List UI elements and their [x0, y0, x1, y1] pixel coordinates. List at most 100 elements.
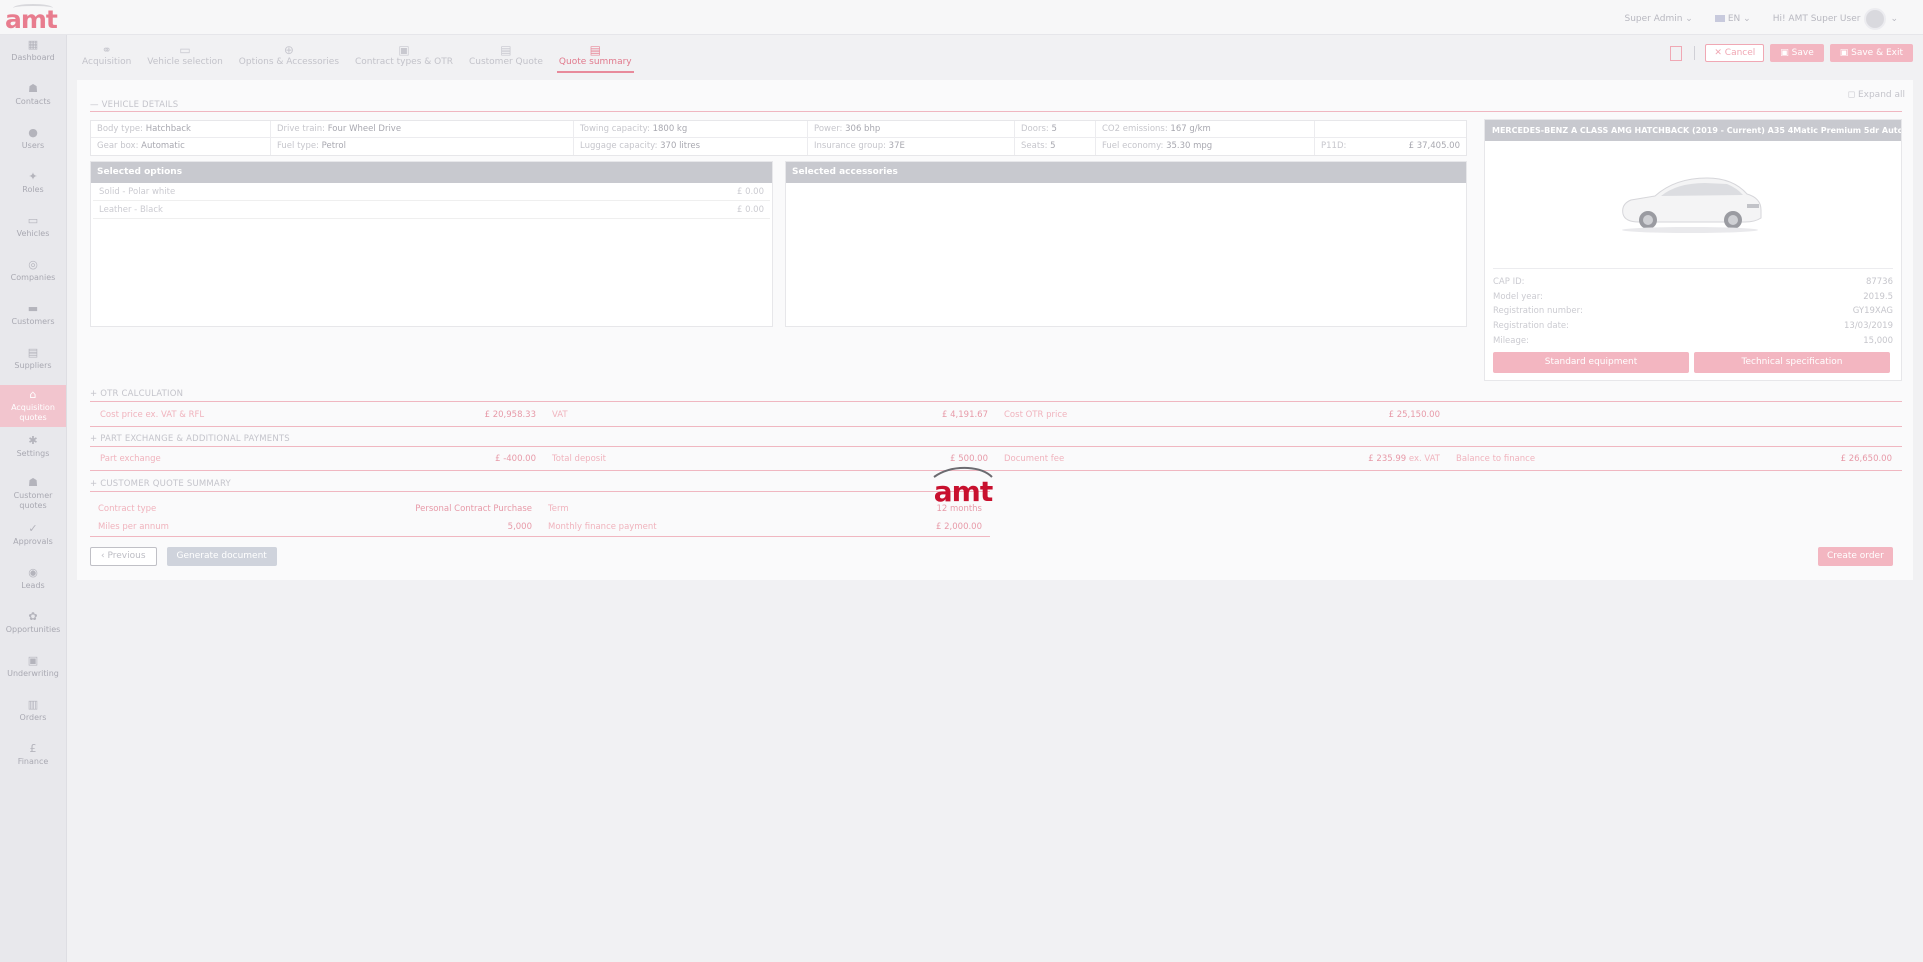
vehicle-info: CAP ID: 87736 Model year: 2019.5 Registrat… [1493, 275, 1893, 348]
standard-equipment-button[interactable]: Standard equipment [1493, 352, 1689, 373]
orders-icon: ▥ [27, 698, 39, 711]
panel-title: Selected accessories [786, 162, 1466, 183]
sidebar-item-customers[interactable]: ▬ Customers [0, 299, 66, 339]
finance-icon: £ [29, 742, 37, 755]
document-icon[interactable] [1670, 45, 1683, 61]
step-label: Options & Accessories [238, 57, 340, 67]
step-options-accessories[interactable]: ⊕ Options & Accessories [237, 43, 341, 73]
suppliers-icon: ▤ [27, 346, 39, 359]
sidebar-item-roles[interactable]: ✦ Roles [0, 167, 66, 207]
language-selector[interactable]: EN ⌄ [1714, 14, 1751, 24]
info-row: Registration number: GY19XAG [1493, 306, 1893, 317]
list-item: Leather - Black £ 0.00 [93, 201, 770, 219]
otr-row: Cost price ex. VAT & RFL £ 20,958.33 VAT £… [92, 410, 1448, 420]
contract-type-cell: Contract type Personal Contract Purchase [98, 504, 532, 514]
save-icon: ▣ [1839, 48, 1852, 58]
sidebar-item-settings[interactable]: ✱ Settings [0, 431, 66, 471]
logo-text: amt [933, 475, 993, 508]
step-label: Quote summary [558, 57, 632, 67]
sidebar-item-label: Customer quotes [13, 491, 53, 510]
create-order-button[interactable]: Create order [1818, 547, 1893, 566]
spec-cell: Body type: Hatchback [91, 121, 271, 137]
sidebar-item-approvals[interactable]: ✓ Approvals [0, 519, 66, 559]
expand-all-label: Expand all [1857, 90, 1905, 100]
step-vehicle-selection[interactable]: ▭ Vehicle selection [145, 43, 225, 73]
sidebar-item-label: Underwriting [7, 669, 59, 678]
car-image [1622, 177, 1762, 233]
vehicle-details-header[interactable]: — VEHICLE DETAILS [90, 100, 178, 110]
sidebar-item-leads[interactable]: ◉ Leads [0, 563, 66, 603]
save-button[interactable]: ▣ Save [1770, 44, 1824, 62]
underwriting-icon: ▣ [27, 654, 39, 667]
role-selector[interactable]: Super Admin ⌄ [1625, 14, 1693, 24]
sidebar-item-contacts[interactable]: ☗ Contacts [0, 79, 66, 119]
sidebar-item-label: Suppliers [14, 361, 52, 370]
sidebar-item-customer-quotes[interactable]: ☗ Customer quotes [0, 473, 66, 517]
expand-all-link[interactable]: ◻ Expand all [1848, 90, 1905, 100]
chevron-down-icon: ⌄ [1743, 14, 1751, 24]
sidebar-item-label: Dashboard [11, 53, 55, 62]
sidebar-item-underwriting[interactable]: ▣ Underwriting [0, 651, 66, 691]
loading-logo: amt [928, 466, 998, 506]
sidebar-item-finance[interactable]: £ Finance [0, 739, 66, 779]
sidebar-item-dashboard[interactable]: ▦ Dashboard [0, 35, 66, 75]
save-icon: ▣ [1780, 48, 1792, 58]
sidebar-item-companies[interactable]: ◎ Companies [0, 255, 66, 295]
technical-specification-button[interactable]: Technical specification [1694, 352, 1890, 373]
divider [90, 426, 1902, 427]
app-logo[interactable]: amt [5, 4, 59, 34]
customer-quote-section-header[interactable]: + CUSTOMER QUOTE SUMMARY [90, 479, 231, 489]
sidebar-item-label: Companies [10, 273, 56, 282]
spec-cell [1315, 121, 1466, 137]
sidebar-item-orders[interactable]: ▥ Orders [0, 695, 66, 735]
divider [1493, 268, 1893, 269]
otr-section-header[interactable]: + OTR CALCULATION [90, 389, 183, 399]
spec-cell: Towing capacity: 1800 kg [574, 121, 808, 137]
sidebar-item-suppliers[interactable]: ▤ Suppliers [0, 343, 66, 383]
sidebar-item-label: Settings [16, 449, 50, 458]
sidebar-item-acquisition-quotes[interactable]: ⌂ Acquisition quotes [0, 385, 66, 427]
spec-cell: Drive train: Four Wheel Drive [271, 121, 574, 137]
logo-text: amt [5, 5, 58, 34]
divider [90, 446, 1902, 447]
cost-otr-cell: Cost OTR price £ 25,150.00 [1004, 410, 1440, 420]
leads-icon: ◉ [28, 566, 38, 579]
vehicle-specs-table: Body type: Hatchback Drive train: Four W… [90, 120, 1467, 156]
miles-cell: Miles per annum 5,000 [98, 522, 532, 532]
user-menu[interactable]: Hi! AMT Super User ⌄ [1773, 8, 1898, 30]
sidebar-item-label: Roles [22, 185, 44, 194]
step-label: Contract types & OTR [355, 57, 453, 67]
sidebar-item-users[interactable]: ● Users [0, 123, 66, 163]
step-quote-summary[interactable]: ▤ Quote summary [556, 43, 634, 73]
car-icon: ▭ [179, 43, 191, 57]
spec-cell: Power: 306 bhp [808, 121, 1015, 137]
sidebar-item-vehicles[interactable]: ▭ Vehicles [0, 211, 66, 251]
panel-title: Selected options [91, 162, 772, 183]
divider [90, 536, 990, 537]
divider [90, 111, 1902, 112]
step-customer-quote[interactable]: ▤ Customer Quote [467, 43, 545, 73]
part-exchange-row: Part exchange £ -400.00 Total deposit £ 50… [92, 454, 1900, 464]
sidebar-item-label: Orders [19, 713, 47, 722]
step-label: Acquisition [82, 57, 132, 67]
selected-options-panel: Selected options Solid - Polar white £ 0.… [90, 161, 773, 327]
previous-button[interactable]: ‹ Previous [90, 547, 157, 566]
acquisition-icon: ⚭ [101, 43, 112, 57]
cancel-button[interactable]: ✕ Cancel [1705, 44, 1765, 62]
save-exit-button[interactable]: ▣ Save & Exit [1829, 44, 1913, 62]
sidebar-item-opportunities[interactable]: ✿ Opportunities [0, 607, 66, 647]
opportunities-icon: ✿ [28, 610, 38, 623]
step-label: Vehicle selection [147, 57, 223, 67]
spec-cell: Fuel type: Petrol [271, 138, 574, 155]
document-fee-cell: Document fee £ 235.99 ex. VAT [1004, 454, 1440, 464]
step-contract-types[interactable]: ▣ Contract types & OTR [353, 43, 455, 73]
flag-icon [1714, 15, 1725, 22]
spec-cell: Gear box: Automatic [91, 138, 271, 155]
part-exchange-section-header[interactable]: + PART EXCHANGE & ADDITIONAL PAYMENTS [90, 434, 290, 444]
sidebar-item-label: Approvals [13, 537, 53, 546]
save-label: Save [1791, 48, 1814, 58]
expand-icon: + [90, 389, 101, 399]
generate-document-button[interactable]: Generate document [166, 547, 277, 566]
spec-cell: P11D: £ 37,405.00 [1321, 141, 1460, 151]
step-acquisition[interactable]: ⚭ Acquisition [80, 43, 133, 73]
